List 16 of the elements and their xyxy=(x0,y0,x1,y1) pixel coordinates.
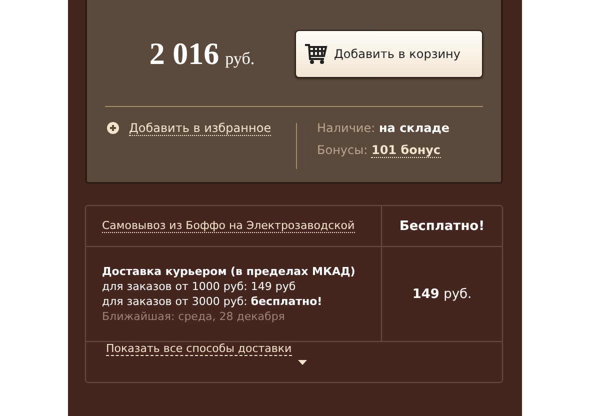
price: 2 016 xyxy=(149,36,220,72)
add-to-cart-button[interactable]: Добавить в корзину xyxy=(295,30,483,78)
bonus-link[interactable]: 101 бонус xyxy=(371,143,441,158)
pickup-link[interactable]: Самовывоз из Боффо на Электрозаводской xyxy=(102,219,355,233)
availability-value: на складе xyxy=(379,121,450,135)
currency: руб. xyxy=(225,49,255,69)
bonus-label: Бонусы: xyxy=(317,143,368,157)
availability-label: Наличие: xyxy=(317,121,376,135)
delivery-price: 149 руб. xyxy=(412,286,472,302)
delivery-price: Бесплатно! xyxy=(399,218,485,234)
delivery-title: Доставка курьером (в пределах МКАД) xyxy=(102,265,356,278)
show-all-delivery-link[interactable]: Показать все способы доставки xyxy=(106,342,292,356)
nearest-date: Ближайшая: среда, 28 декабря xyxy=(102,310,286,323)
add-to-favorites-link[interactable]: Добавить в избранное xyxy=(129,121,272,136)
delivery-condition: для заказов от 3000 руб: бесплатно! xyxy=(102,295,324,308)
delivery-condition: для заказов от 1000 руб: 149 руб xyxy=(102,280,297,293)
